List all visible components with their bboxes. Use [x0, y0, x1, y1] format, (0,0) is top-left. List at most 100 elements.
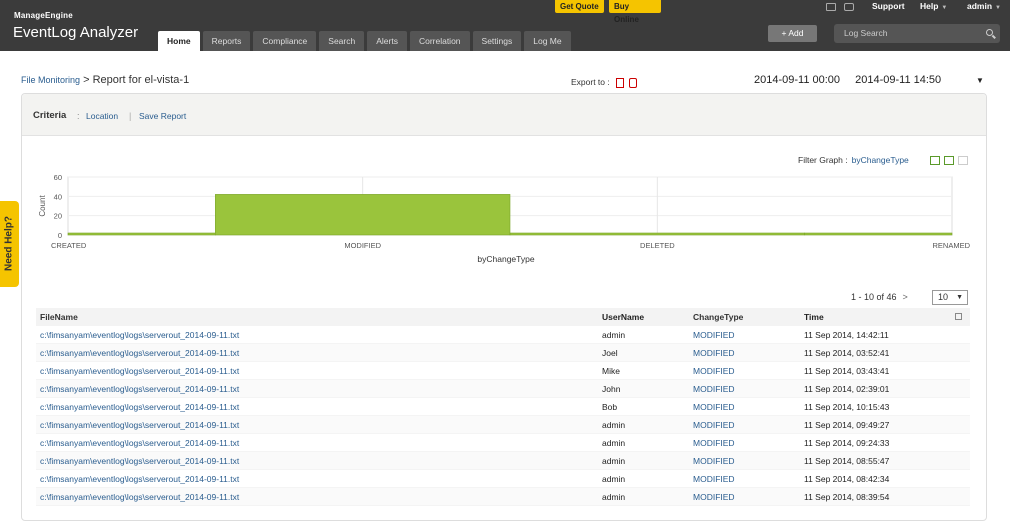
time-cell: 11 Sep 2014, 08:42:34: [804, 474, 890, 484]
chevron-down-icon: ▼: [995, 5, 1001, 11]
chart-bar[interactable]: [804, 232, 953, 236]
pdf-icon[interactable]: [616, 77, 625, 88]
changetype-cell[interactable]: MODIFIED: [691, 452, 801, 469]
username-cell: admin: [602, 330, 626, 340]
changetype-cell[interactable]: MODIFIED: [691, 488, 801, 505]
chart-bar[interactable]: [67, 232, 216, 236]
table-row: c:\fimsanyam\eventlog\logs\serverout_201…: [36, 344, 970, 362]
table-row: c:\fimsanyam\eventlog\logs\serverout_201…: [36, 398, 970, 416]
column-chooser-icon: [955, 313, 962, 320]
help-label: Help: [920, 1, 939, 11]
changetype-cell[interactable]: MODIFIED: [691, 398, 801, 415]
page-size-select[interactable]: 10 ▼: [932, 290, 968, 305]
log-search-input[interactable]: Log Search: [834, 24, 1000, 43]
main-nav: Home Reports Compliance Search Alerts Co…: [158, 31, 571, 51]
breadcrumb-parent[interactable]: File Monitoring: [21, 75, 80, 85]
time-cell: 11 Sep 2014, 02:39:01: [804, 384, 890, 394]
column-header-username[interactable]: UserName: [596, 308, 691, 326]
area-chart-icon[interactable]: [944, 156, 954, 165]
save-report-link[interactable]: Save Report: [139, 111, 186, 121]
changetype-cell[interactable]: MODIFIED: [691, 344, 801, 361]
support-link[interactable]: Support: [872, 1, 905, 11]
add-button[interactable]: + Add: [768, 25, 817, 42]
csv-icon[interactable]: [628, 77, 637, 88]
time-cell: 11 Sep 2014, 03:43:41: [804, 366, 890, 376]
username-cell: Joel: [602, 348, 618, 358]
tab-compliance[interactable]: Compliance: [253, 31, 317, 51]
help-menu[interactable]: Help ▼: [920, 1, 947, 11]
search-icon[interactable]: [986, 29, 993, 36]
column-header-time[interactable]: Time: [801, 308, 951, 326]
table-header: FileName UserName ChangeType Time: [36, 308, 970, 326]
need-help-label: Need Help?: [3, 216, 15, 272]
tab-alerts[interactable]: Alerts: [367, 31, 407, 51]
chat-icon[interactable]: [844, 3, 854, 11]
filename-cell[interactable]: c:\fimsanyam\eventlog\logs\serverout_201…: [36, 344, 596, 361]
table-row: c:\fimsanyam\eventlog\logs\serverout_201…: [36, 326, 970, 344]
changetype-cell[interactable]: MODIFIED: [691, 416, 801, 433]
filename-cell[interactable]: c:\fimsanyam\eventlog\logs\serverout_201…: [36, 488, 596, 505]
date-range-picker[interactable]: 2014-09-11 00:00 2014-09-11 14:50 ▼: [754, 74, 984, 86]
username-cell: admin: [602, 492, 626, 502]
time-cell: 11 Sep 2014, 14:42:11: [804, 330, 889, 340]
tab-settings[interactable]: Settings: [472, 31, 522, 51]
filename-cell[interactable]: c:\fimsanyam\eventlog\logs\serverout_201…: [36, 380, 596, 397]
time-cell: 11 Sep 2014, 03:52:41: [804, 348, 890, 358]
filename-cell[interactable]: c:\fimsanyam\eventlog\logs\serverout_201…: [36, 416, 596, 433]
table-row: c:\fimsanyam\eventlog\logs\serverout_201…: [36, 362, 970, 380]
top-header: ManageEngine EventLog Analyzer Get Quote…: [0, 0, 1010, 51]
chevron-down-icon[interactable]: ▼: [976, 76, 984, 85]
location-link[interactable]: Location: [86, 111, 118, 121]
changetype-cell[interactable]: MODIFIED: [691, 380, 801, 397]
tab-search[interactable]: Search: [319, 31, 365, 51]
criteria-label: Criteria: [33, 110, 67, 121]
time-cell: 11 Sep 2014, 08:39:54: [804, 492, 890, 502]
brand-product[interactable]: EventLog Analyzer: [13, 24, 138, 41]
time-cell: 11 Sep 2014, 09:49:27: [804, 420, 890, 430]
breadcrumb-separator: >: [83, 74, 90, 86]
bar-chart-icon[interactable]: [958, 156, 968, 165]
buy-online-button[interactable]: Buy Online: [609, 0, 661, 24]
next-page-button[interactable]: >: [903, 292, 908, 302]
tab-correlation[interactable]: Correlation: [409, 31, 470, 51]
changetype-cell[interactable]: MODIFIED: [691, 326, 801, 343]
column-header-changetype[interactable]: ChangeType: [691, 308, 801, 326]
y-tick-label: 40: [54, 192, 62, 201]
user-label: admin: [967, 1, 993, 11]
pagination-text: 1 - 10 of 46: [851, 292, 897, 302]
get-quote-button[interactable]: Get Quote: [555, 0, 604, 13]
filename-cell[interactable]: c:\fimsanyam\eventlog\logs\serverout_201…: [36, 362, 596, 379]
chevron-down-icon: ▼: [941, 5, 948, 11]
changetype-cell[interactable]: MODIFIED: [691, 470, 801, 487]
x-tick-label: DELETED: [640, 241, 675, 250]
user-menu[interactable]: admin ▼: [967, 1, 1001, 11]
results-table: FileName UserName ChangeType Time c:\fim…: [36, 308, 970, 506]
filename-cell[interactable]: c:\fimsanyam\eventlog\logs\serverout_201…: [36, 326, 596, 343]
chart-bar[interactable]: [509, 232, 805, 236]
line-chart-icon[interactable]: [930, 156, 940, 165]
username-cell: John: [602, 384, 621, 394]
changetype-cell[interactable]: MODIFIED: [691, 362, 801, 379]
log-search-placeholder: Log Search: [844, 28, 888, 38]
column-chooser[interactable]: [951, 308, 970, 326]
chart-y-ticks: 0 20 40 60: [54, 174, 62, 240]
monitor-icon[interactable]: [826, 3, 836, 11]
filter-graph-value[interactable]: byChangeType: [852, 155, 909, 165]
table-row: c:\fimsanyam\eventlog\logs\serverout_201…: [36, 452, 970, 470]
column-header-filename[interactable]: FileName: [36, 308, 596, 326]
page-title: Report for el-vista-1: [92, 74, 190, 86]
filename-cell[interactable]: c:\fimsanyam\eventlog\logs\serverout_201…: [36, 452, 596, 469]
filename-cell[interactable]: c:\fimsanyam\eventlog\logs\serverout_201…: [36, 398, 596, 415]
changetype-cell[interactable]: MODIFIED: [691, 434, 801, 451]
need-help-tab[interactable]: Need Help?: [0, 201, 19, 287]
criteria-colon: :: [77, 111, 80, 121]
tab-home[interactable]: Home: [158, 31, 200, 51]
chart-bar[interactable]: [215, 194, 511, 236]
filename-cell[interactable]: c:\fimsanyam\eventlog\logs\serverout_201…: [36, 470, 596, 487]
x-tick-label: CREATED: [51, 241, 87, 250]
export-bar: Export to :: [571, 77, 637, 88]
filename-cell[interactable]: c:\fimsanyam\eventlog\logs\serverout_201…: [36, 434, 596, 451]
tab-reports[interactable]: Reports: [202, 31, 251, 51]
tab-log-me[interactable]: Log Me: [524, 31, 571, 51]
time-cell: 11 Sep 2014, 10:15:43: [804, 402, 890, 412]
